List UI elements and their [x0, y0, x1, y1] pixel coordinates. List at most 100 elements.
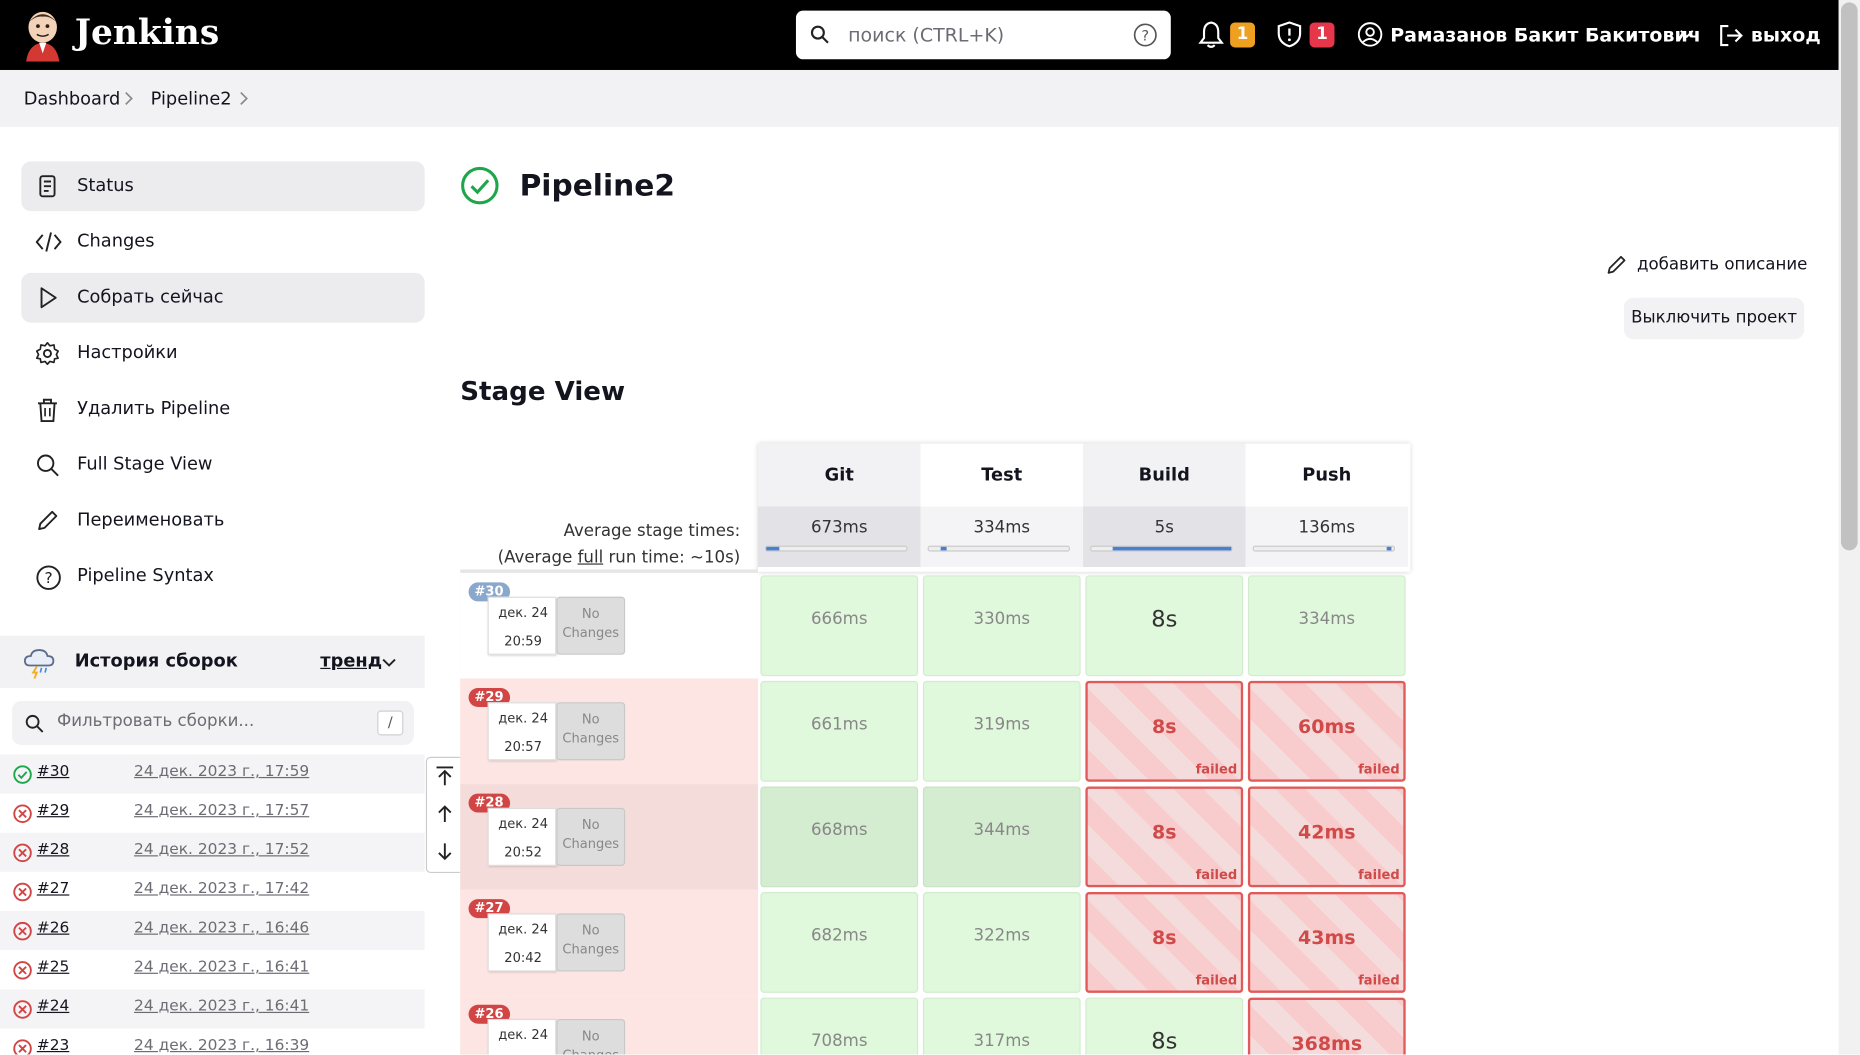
trend-link[interactable]: тренд: [320, 650, 382, 671]
run-row[interactable]: #30 дек. 24 20:59 No Changes: [460, 572, 758, 679]
no-changes-label: No Changes: [556, 1018, 626, 1055]
no-changes-label: No Changes: [556, 807, 626, 866]
stage-cell[interactable]: 682ms: [760, 892, 919, 993]
build-date-link[interactable]: 24 дек. 2023 г., 17:59: [134, 763, 309, 781]
run-row[interactable]: #27 дек. 24 20:42 No Changes: [460, 889, 758, 996]
stage-header: Git: [757, 443, 921, 507]
run-row[interactable]: #28 дек. 24 20:52 No Changes: [460, 784, 758, 890]
build-history-row[interactable]: #27 24 дек. 2023 г., 17:42: [0, 872, 425, 911]
logout-icon[interactable]: [1718, 23, 1744, 49]
sidebar-item-delete-pipeline[interactable]: Удалить Pipeline: [21, 384, 424, 434]
build-filter-input[interactable]: [56, 711, 354, 731]
chevron-down-icon[interactable]: [382, 657, 396, 669]
stage-cell[interactable]: 60ms failed: [1247, 680, 1406, 782]
stage-cell[interactable]: 334ms: [1247, 575, 1406, 677]
stage-header: Test: [920, 443, 1084, 507]
build-date-link[interactable]: 24 дек. 2023 г., 16:41: [134, 998, 309, 1016]
stage-cell[interactable]: 8s failed: [1085, 786, 1244, 888]
build-history-row[interactable]: #23 24 дек. 2023 г., 16:39: [0, 1028, 425, 1055]
stage-cell[interactable]: 8s failed: [1085, 680, 1244, 782]
stage-average-cell: 136ms: [1245, 506, 1409, 568]
stage-cell[interactable]: 666ms: [760, 575, 919, 677]
sidebar-item-status[interactable]: Status: [21, 161, 425, 212]
chevron-right-icon[interactable]: [237, 91, 249, 105]
sidebar-item-pipeline-syntax[interactable]: ? Pipeline Syntax: [21, 552, 424, 602]
arrow-up-icon[interactable]: [435, 803, 454, 829]
stage-cell[interactable]: 368msfailed: [1247, 997, 1406, 1055]
build-number-link[interactable]: #25: [37, 958, 70, 976]
build-date-link[interactable]: 24 дек. 2023 г., 17:52: [134, 841, 309, 859]
build-number-link[interactable]: #26: [37, 919, 70, 937]
add-description-link[interactable]: добавить описание: [1637, 255, 1807, 274]
run-date: дек. 24: [498, 1027, 549, 1043]
stage-average-bar: [1252, 545, 1395, 552]
security-badge[interactable]: 1: [1309, 22, 1335, 48]
pencil-icon[interactable]: [1606, 254, 1627, 275]
chevron-right-icon: [125, 91, 133, 105]
disable-project-button[interactable]: Выключить проект: [1623, 297, 1805, 340]
stage-cell[interactable]: 319ms: [922, 680, 1081, 782]
stage-cell[interactable]: 317ms: [922, 997, 1081, 1055]
stage-cell[interactable]: 661ms: [760, 680, 919, 782]
build-number-link[interactable]: #29: [37, 802, 70, 820]
build-number-link[interactable]: #27: [37, 880, 70, 898]
build-history-row[interactable]: #24 24 дек. 2023 г., 16:41: [0, 989, 425, 1029]
stage-duration: 322ms: [973, 926, 1031, 946]
sidebar-item-rename[interactable]: Переименовать: [21, 496, 424, 546]
avg-run-time-suffix: run time: ~10s): [603, 548, 741, 568]
chevron-down-icon[interactable]: [1680, 28, 1694, 40]
scrollbar-thumb[interactable]: [1841, 2, 1858, 551]
stage-cell[interactable]: 8s: [1085, 575, 1244, 677]
user-icon[interactable]: [1357, 21, 1383, 47]
stage-cell[interactable]: 344ms: [922, 786, 1081, 888]
help-icon[interactable]: ?: [1133, 23, 1158, 48]
scroll-top-icon[interactable]: [435, 765, 454, 791]
build-number-link[interactable]: #23: [37, 1037, 70, 1055]
logout-link[interactable]: выход: [1751, 24, 1821, 47]
user-name[interactable]: Рамазанов Бакит Бакитович: [1390, 24, 1701, 47]
run-date-card: дек. 24 20:59: [487, 596, 557, 655]
stage-cell[interactable]: 708ms: [760, 997, 919, 1055]
stage-cell[interactable]: 8s failed: [1085, 892, 1244, 993]
stage-cell[interactable]: 322ms: [922, 892, 1081, 993]
build-history-row[interactable]: #25 24 дек. 2023 г., 16:41: [0, 950, 425, 989]
bell-icon[interactable]: [1198, 20, 1224, 48]
run-time: 20:52: [504, 844, 542, 861]
weather-storm-icon: [24, 649, 55, 679]
build-history-row[interactable]: #30 24 дек. 2023 г., 17:59: [0, 754, 425, 794]
run-row[interactable]: #26дек. 24No Changes: [460, 995, 758, 1055]
build-date-link[interactable]: 24 дек. 2023 г., 17:57: [134, 802, 309, 820]
build-history-row[interactable]: #29 24 дек. 2023 г., 17:57: [0, 794, 425, 833]
build-date-link[interactable]: 24 дек. 2023 г., 16:41: [134, 958, 309, 976]
shield-icon[interactable]: [1276, 20, 1302, 48]
code-icon: [35, 232, 62, 252]
build-history-row[interactable]: #26 24 дек. 2023 г., 16:46: [0, 911, 425, 951]
search-box[interactable]: ?: [795, 10, 1171, 60]
search-input[interactable]: [848, 21, 1121, 48]
build-history-row[interactable]: #28 24 дек. 2023 г., 17:52: [0, 832, 425, 872]
notifications-badge[interactable]: 1: [1230, 22, 1256, 48]
sidebar-item-settings[interactable]: Настройки: [21, 329, 424, 379]
stage-cell[interactable]: 330ms: [922, 575, 1081, 677]
breadcrumb-dashboard[interactable]: Dashboard: [24, 88, 121, 109]
jenkins-logo-icon[interactable]: [21, 8, 64, 62]
build-number-link[interactable]: #28: [37, 841, 70, 859]
stage-cell[interactable]: 8s: [1085, 997, 1244, 1055]
build-number-link[interactable]: #24: [37, 998, 70, 1016]
breadcrumb-pipeline2[interactable]: Pipeline2: [151, 88, 232, 109]
build-date-link[interactable]: 24 дек. 2023 г., 16:46: [134, 919, 309, 937]
sidebar-item-full-stage-view[interactable]: Full Stage View: [21, 440, 424, 490]
sidebar-item-changes[interactable]: Changes: [21, 217, 424, 267]
arrow-down-icon[interactable]: [435, 841, 454, 867]
build-date-link[interactable]: 24 дек. 2023 г., 16:39: [134, 1037, 309, 1055]
build-date-link[interactable]: 24 дек. 2023 г., 17:42: [134, 880, 309, 898]
stage-cell[interactable]: 43ms failed: [1247, 892, 1406, 993]
build-number-link[interactable]: #30: [37, 763, 70, 781]
stage-cell[interactable]: 42ms failed: [1247, 786, 1406, 888]
sidebar-item-build-now[interactable]: Собрать сейчас: [21, 272, 425, 323]
stage-cell[interactable]: 668ms: [760, 786, 919, 888]
brand-title[interactable]: Jenkins: [75, 12, 219, 52]
run-row[interactable]: #29 дек. 24 20:57 No Changes: [460, 678, 758, 785]
build-filter[interactable]: /: [11, 701, 414, 745]
full-run-time-link[interactable]: full: [578, 548, 604, 567]
